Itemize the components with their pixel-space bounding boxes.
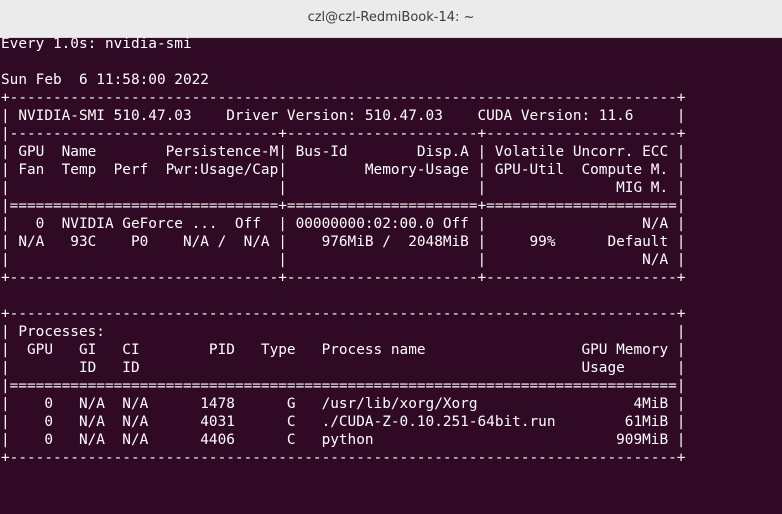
terminal-line: | Fan Temp Perf Pwr:Usage/Cap| Memory-Us… (1, 162, 686, 178)
terminal-line: |=======================================… (1, 378, 686, 394)
terminal-line: | GPU GI CI PID Type Process name GPU Me… (1, 342, 686, 358)
terminal-line: | | | N/A | (1, 252, 686, 268)
window-titlebar[interactable]: czl@czl-RedmiBook-14: ~ (0, 0, 782, 38)
terminal-line: | GPU Name Persistence-M| Bus-Id Disp.A … (1, 144, 686, 160)
terminal-line: Sun Feb 6 11:58:00 2022 (1, 72, 209, 88)
terminal-line: Every 1.0s: nvidia-smi (1, 36, 192, 52)
terminal-line: |-------------------------------+-------… (1, 126, 686, 142)
terminal-line: | | | MIG M. | (1, 180, 686, 196)
terminal-line: | 0 N/A N/A 4031 C ./CUDA-Z-0.10.251-64b… (1, 414, 686, 430)
terminal-line: +---------------------------------------… (1, 306, 686, 322)
terminal-line: +---------------------------------------… (1, 450, 686, 466)
terminal-line: | Processes: | (1, 324, 686, 340)
terminal-window: czl@czl-RedmiBook-14: ~ Every 1.0s: nvid… (0, 0, 782, 514)
window-title: czl@czl-RedmiBook-14: ~ (307, 10, 475, 25)
terminal-line: | 0 N/A N/A 4406 C python 909MiB | (1, 432, 686, 448)
terminal-line: | ID ID Usage | (1, 360, 686, 376)
terminal-line: +---------------------------------------… (1, 90, 686, 106)
terminal-line: +-------------------------------+-------… (1, 270, 686, 286)
terminal-line: | NVIDIA-SMI 510.47.03 Driver Version: 5… (1, 108, 686, 124)
terminal-line: | 0 NVIDIA GeForce ... Off | 00000000:02… (1, 216, 686, 232)
terminal-line: | 0 N/A N/A 1478 G /usr/lib/xorg/Xorg 4M… (1, 396, 686, 412)
terminal-output[interactable]: Every 1.0s: nvidia-smi Sun Feb 6 11:58:0… (1, 35, 781, 513)
terminal-line: |===============================+=======… (1, 198, 686, 214)
terminal-line: | N/A 93C P0 N/A / N/A | 976MiB / 2048Mi… (1, 234, 686, 250)
